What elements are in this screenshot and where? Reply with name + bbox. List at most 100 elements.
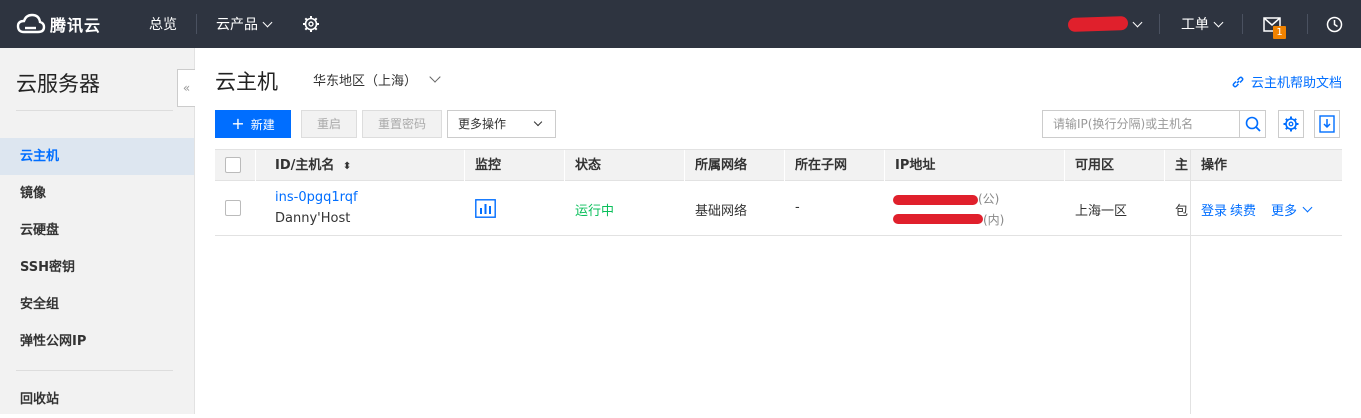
export-button[interactable] [1314, 110, 1340, 138]
select-all-checkbox[interactable] [225, 157, 241, 173]
nav-divider [196, 14, 197, 34]
main-content: 云主机 华东地区（上海） 云主机帮助文档 + 新建 重启 重置密码 更多操作 请… [196, 48, 1361, 414]
clock-history-icon [1326, 16, 1343, 32]
sort-icon: ⬍ [342, 161, 352, 172]
row-checkbox[interactable] [225, 200, 241, 216]
column-header-status: 状态 [575, 158, 602, 173]
column-divider [1064, 150, 1065, 181]
reset-password-button[interactable]: 重置密码 [362, 110, 442, 138]
new-instance-label: 新建 [250, 118, 275, 132]
sidebar-item-elastic-ip[interactable]: 弹性公网IP [0, 323, 194, 360]
redacted-private-ip [893, 214, 983, 224]
help-doc-link[interactable]: 云主机帮助文档 [1231, 72, 1342, 91]
messages-button[interactable] [1263, 0, 1281, 48]
ticket-dropdown[interactable]: 工单 [1181, 0, 1224, 48]
chevron-down-icon [429, 71, 441, 83]
history-button[interactable] [1326, 0, 1343, 48]
column-divider [684, 150, 685, 181]
new-instance-button[interactable]: + 新建 [215, 110, 291, 138]
sidebar-item-instances[interactable]: 云主机 [0, 138, 194, 175]
sidebar-item-images[interactable]: 镜像 [0, 175, 194, 212]
more-actions-label: 更多 [1271, 204, 1298, 219]
host-type-value: 包 [1175, 204, 1189, 219]
column-divider [1190, 236, 1191, 414]
chevron-down-icon [262, 17, 273, 27]
public-ip-suffix: (公) [978, 192, 1000, 206]
chevron-down-icon [1213, 17, 1224, 27]
collapse-sidebar-button[interactable]: « [177, 69, 195, 107]
column-divider [464, 150, 465, 181]
network-type: 基础网络 [695, 204, 748, 219]
more-operations-label: 更多操作 [458, 117, 507, 131]
more-actions-dropdown[interactable]: 更多 [1271, 200, 1313, 219]
nav-overview[interactable]: 总览 [149, 0, 177, 48]
table-row: ins-0pgq1rqf Danny'Host 运行中 基础网络 - (公) (… [215, 181, 1342, 236]
sidebar-item-ssh-keys[interactable]: SSH密钥 [0, 249, 194, 286]
status-running: 运行中 [575, 204, 615, 219]
plus-icon: + [231, 114, 245, 133]
column-header-ip: IP地址 [895, 158, 936, 173]
nav-divider [1159, 14, 1160, 34]
column-header-id-name-label: ID/主机名 [275, 158, 335, 173]
column-header-monitor: 监控 [475, 158, 502, 173]
restart-button[interactable]: 重启 [301, 110, 357, 138]
column-divider [564, 150, 565, 181]
sidebar-item-recycle-bin[interactable]: 回收站 [0, 381, 194, 418]
more-operations-dropdown[interactable]: 更多操作 [447, 110, 556, 138]
column-header-network: 所属网络 [695, 158, 748, 173]
operations-column: 操作 登录 续费 更多 [1190, 149, 1342, 237]
subnet-value: - [795, 200, 800, 215]
search-input[interactable] [1043, 111, 1239, 137]
sidebar: 云服务器 « 云主机 镜像 云硬盘 SSH密钥 安全组 弹性公网IP 回收站 [0, 48, 195, 414]
download-icon [1319, 115, 1335, 133]
help-doc-label: 云主机帮助文档 [1250, 76, 1342, 91]
brand-logo[interactable]: 腾讯云 [16, 12, 101, 36]
sidebar-item-disks[interactable]: 云硬盘 [0, 212, 194, 249]
column-header-subnet: 所在子网 [795, 158, 848, 173]
instance-name: Danny'Host [275, 211, 351, 226]
nav-products-dropdown[interactable]: 云产品 [216, 0, 273, 48]
renew-link[interactable]: 续费 [1230, 200, 1256, 219]
ticket-label: 工单 [1181, 17, 1209, 33]
sidebar-item-security-groups[interactable]: 安全组 [0, 286, 194, 323]
divider [16, 110, 173, 111]
column-settings-button[interactable] [1278, 110, 1304, 138]
instance-id-link[interactable]: ins-0pgq1rqf [275, 190, 358, 205]
link-icon [1232, 76, 1244, 87]
settings-button[interactable] [302, 0, 320, 48]
availability-zone: 上海一区 [1075, 204, 1128, 219]
column-header-id-name[interactable]: ID/主机名 ⬍ [275, 150, 351, 181]
column-header-host-type: 主 [1175, 158, 1189, 173]
column-divider [255, 150, 256, 181]
page-title: 云主机 [215, 70, 278, 94]
account-dropdown[interactable] [1128, 0, 1143, 48]
nav-products-label: 云产品 [216, 17, 258, 33]
redacted-account-name [1067, 15, 1129, 33]
column-divider [884, 150, 885, 181]
chevron-down-icon [533, 117, 543, 127]
column-header-actions: 操作 [1201, 158, 1228, 173]
region-selector[interactable]: 华东地区（上海） [313, 70, 441, 89]
private-ip-suffix: (内) [983, 213, 1005, 227]
divider [16, 370, 173, 371]
column-divider [784, 150, 785, 181]
gear-icon [1283, 116, 1299, 132]
column-divider [1164, 150, 1165, 181]
cloud-logo-icon [16, 13, 46, 34]
operations-cell: 登录 续费 更多 [1191, 181, 1342, 236]
unread-badge: 1 [1273, 26, 1286, 39]
table-header: ID/主机名 ⬍ 监控 状态 所属网络 所在子网 IP地址 可用区 主 [215, 149, 1342, 181]
redacted-public-ip [893, 195, 978, 205]
region-label: 华东地区（上海） [313, 74, 418, 89]
column-header-zone: 可用区 [1075, 158, 1115, 173]
nav-divider [1242, 14, 1243, 34]
nav-divider [1307, 14, 1308, 34]
gear-icon [303, 16, 319, 32]
login-link[interactable]: 登录 [1201, 200, 1227, 219]
operations-header-cell: 操作 [1191, 149, 1342, 181]
top-navigation-bar: 腾讯云 总览 云产品 工单 1 [0, 0, 1361, 48]
search-icon [1245, 116, 1261, 132]
search-button[interactable] [1239, 111, 1265, 137]
sidebar-title: 云服务器 [16, 72, 100, 96]
monitor-button[interactable] [475, 199, 496, 222]
